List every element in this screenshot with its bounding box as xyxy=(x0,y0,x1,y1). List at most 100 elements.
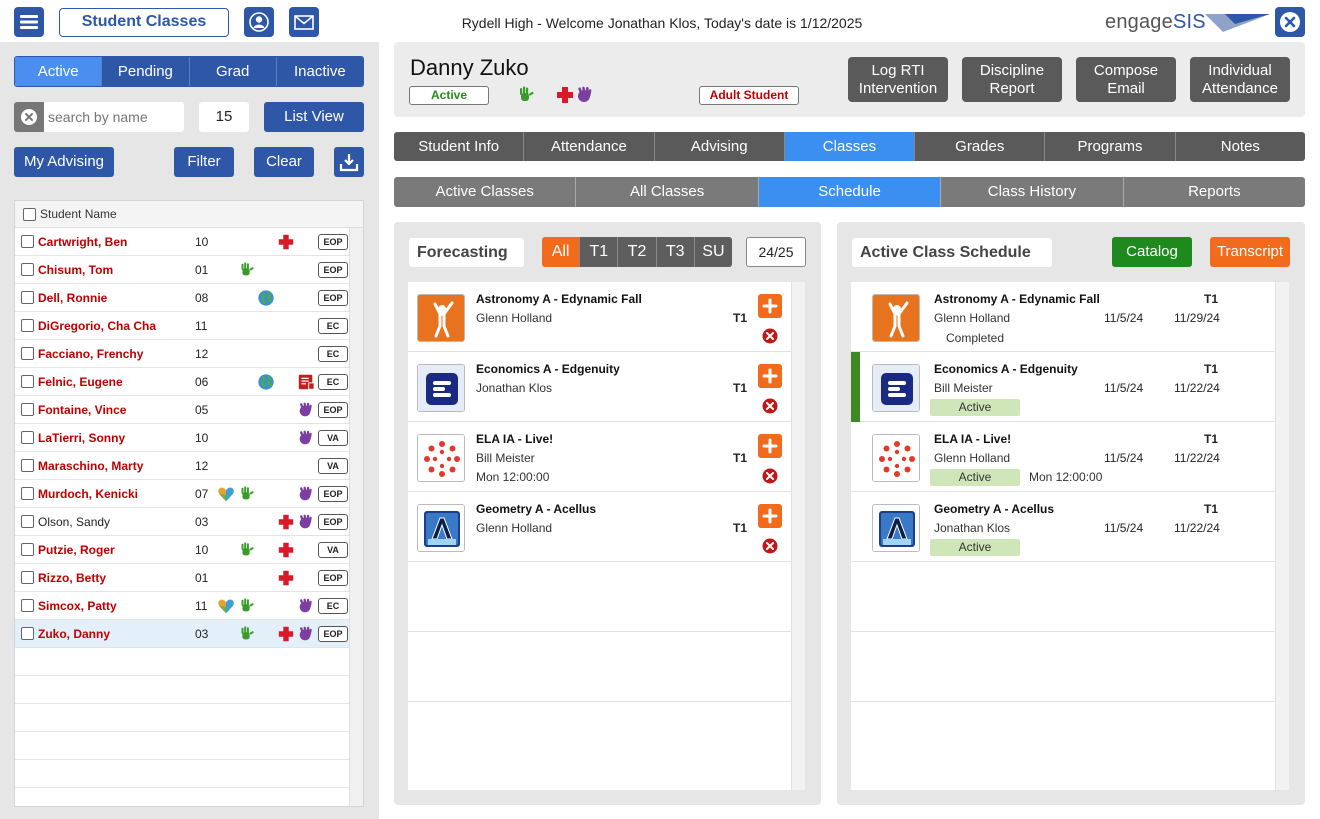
row-checkbox[interactable] xyxy=(21,515,34,528)
add-class-button[interactable] xyxy=(758,434,782,458)
term-t3[interactable]: T3 xyxy=(655,237,694,267)
remove-class-button[interactable] xyxy=(762,538,778,554)
list-scrollbar[interactable] xyxy=(349,228,363,806)
student-name-cell[interactable]: Dell, Ronnie xyxy=(38,291,107,305)
row-checkbox[interactable] xyxy=(21,347,34,360)
row-checkbox[interactable] xyxy=(21,319,34,332)
student-row[interactable]: Zuko, Danny 03 EOP xyxy=(15,620,350,648)
student-name-cell[interactable]: LaTierri, Sonny xyxy=(38,431,125,445)
my-advising-button[interactable]: My Advising xyxy=(14,147,114,177)
app-title-button[interactable]: Student Classes xyxy=(59,8,229,37)
term-all[interactable]: All xyxy=(542,237,580,267)
row-checkbox[interactable] xyxy=(21,599,34,612)
schedule-scrollbar[interactable] xyxy=(1275,282,1289,790)
student-row[interactable]: Simcox, Patty 11 EC xyxy=(15,592,350,620)
list-view-button[interactable]: List View xyxy=(264,102,364,132)
student-name-cell[interactable]: Maraschino, Marty xyxy=(38,459,143,473)
student-name-cell[interactable]: Rizzo, Betty xyxy=(38,571,106,585)
log-rti-button[interactable]: Log RTI Intervention xyxy=(848,57,948,102)
row-checkbox[interactable] xyxy=(21,291,34,304)
remove-class-button[interactable] xyxy=(762,328,778,344)
tab-class-history[interactable]: Class History xyxy=(940,177,1123,207)
remove-class-button[interactable] xyxy=(762,468,778,484)
add-class-button[interactable] xyxy=(758,364,782,388)
row-checkbox[interactable] xyxy=(21,403,34,416)
student-row[interactable]: Cartwright, Ben 10 EOP xyxy=(15,228,350,256)
row-checkbox[interactable] xyxy=(21,571,34,584)
tab-advising[interactable]: Advising xyxy=(653,132,784,161)
transcript-button[interactable]: Transcript xyxy=(1210,237,1290,267)
discipline-report-button[interactable]: Discipline Report xyxy=(962,57,1062,102)
row-checkbox[interactable] xyxy=(21,431,34,444)
student-name-cell[interactable]: Felnic, Eugene xyxy=(38,375,123,389)
student-row[interactable]: Olson, Sandy 03 EOP xyxy=(15,508,350,536)
page-size-field[interactable]: 15 xyxy=(199,102,249,132)
menu-button[interactable] xyxy=(14,7,44,37)
tab-inactive[interactable]: Inactive xyxy=(275,57,363,86)
remove-class-button[interactable] xyxy=(762,398,778,414)
tab-programs[interactable]: Programs xyxy=(1044,132,1175,161)
student-name-cell[interactable]: Cartwright, Ben xyxy=(38,235,127,249)
student-row[interactable]: Rizzo, Betty 01 EOP xyxy=(15,564,350,592)
student-name-cell[interactable]: Chisum, Tom xyxy=(38,263,113,277)
tab-schedule[interactable]: Schedule xyxy=(757,177,941,207)
student-row[interactable]: Fontaine, Vince 05 EOP xyxy=(15,396,350,424)
student-row[interactable]: Maraschino, Marty 12 VA xyxy=(15,452,350,480)
tab-all-classes[interactable]: All Classes xyxy=(575,177,758,207)
student-name-cell[interactable]: Olson, Sandy xyxy=(38,515,110,529)
row-checkbox[interactable] xyxy=(21,263,34,276)
tab-active[interactable]: Active xyxy=(15,57,102,86)
individual-attendance-button[interactable]: Individual Attendance xyxy=(1190,57,1290,102)
clear-button[interactable]: Clear xyxy=(254,147,314,177)
student-row[interactable]: Chisum, Tom 01 EOP xyxy=(15,256,350,284)
row-checkbox[interactable] xyxy=(21,375,34,388)
student-name-cell[interactable]: Putzie, Roger xyxy=(38,543,115,557)
clear-search-button[interactable] xyxy=(14,102,44,132)
student-name-cell[interactable]: Simcox, Patty xyxy=(38,599,117,613)
tab-grades[interactable]: Grades xyxy=(914,132,1045,161)
select-all-checkbox[interactable] xyxy=(23,207,36,221)
student-name-cell[interactable]: Murdoch, Kenicki xyxy=(38,487,138,501)
tab-pending[interactable]: Pending xyxy=(101,57,189,86)
student-row[interactable]: Murdoch, Kenicki 07 EOP xyxy=(15,480,350,508)
tab-grad[interactable]: Grad xyxy=(188,57,276,86)
tab-active-classes[interactable]: Active Classes xyxy=(394,177,576,207)
row-checkbox[interactable] xyxy=(21,235,34,248)
tab-student-info[interactable]: Student Info xyxy=(394,132,524,161)
profile-button[interactable] xyxy=(244,7,274,37)
schedule-class-row[interactable]: ELA IA - Live! Glenn Holland T1 11/5/24 11/2… xyxy=(851,422,1275,492)
add-class-button[interactable] xyxy=(758,504,782,528)
row-checkbox[interactable] xyxy=(21,487,34,500)
student-name-cell[interactable]: Zuko, Danny xyxy=(38,627,110,641)
mail-button[interactable] xyxy=(289,7,319,37)
row-checkbox[interactable] xyxy=(21,459,34,472)
student-row[interactable]: Felnic, Eugene 06 EC xyxy=(15,368,350,396)
schedule-class-row[interactable]: Geometry A - Acellus Jonathan Klos T1 11/5/… xyxy=(851,492,1275,562)
student-name-cell[interactable]: Facciano, Frenchy xyxy=(38,347,143,361)
forecast-scrollbar[interactable] xyxy=(791,282,805,790)
term-t1[interactable]: T1 xyxy=(579,237,618,267)
tab-reports[interactable]: Reports xyxy=(1122,177,1306,207)
search-input[interactable] xyxy=(48,106,178,128)
student-row[interactable]: Putzie, Roger 10 VA xyxy=(15,536,350,564)
student-row[interactable]: Dell, Ronnie 08 EOP xyxy=(15,284,350,312)
filter-button[interactable]: Filter xyxy=(174,147,234,177)
catalog-button[interactable]: Catalog xyxy=(1112,237,1192,267)
term-su[interactable]: SU xyxy=(693,237,732,267)
tab-notes[interactable]: Notes xyxy=(1174,132,1305,161)
schedule-class-row[interactable]: Astronomy A - Edynamic Fall Glenn Holland… xyxy=(851,282,1275,352)
tab-attendance[interactable]: Attendance xyxy=(523,132,654,161)
year-select[interactable]: 24/25 xyxy=(746,237,806,267)
student-name-cell[interactable]: Fontaine, Vince xyxy=(38,403,126,417)
add-class-button[interactable] xyxy=(758,294,782,318)
student-row[interactable]: LaTierri, Sonny 10 VA xyxy=(15,424,350,452)
schedule-class-row[interactable]: Economics A - Edgenuity Bill Meister T1 11/… xyxy=(851,352,1275,422)
student-row[interactable]: DiGregorio, Cha Cha 11 EC xyxy=(15,312,350,340)
row-checkbox[interactable] xyxy=(21,627,34,640)
student-row[interactable]: Facciano, Frenchy 12 EC xyxy=(15,340,350,368)
close-button[interactable] xyxy=(1275,7,1305,37)
student-name-cell[interactable]: DiGregorio, Cha Cha xyxy=(38,319,156,333)
compose-email-button[interactable]: Compose Email xyxy=(1076,57,1176,102)
term-t2[interactable]: T2 xyxy=(617,237,656,267)
tab-classes[interactable]: Classes xyxy=(783,132,915,161)
